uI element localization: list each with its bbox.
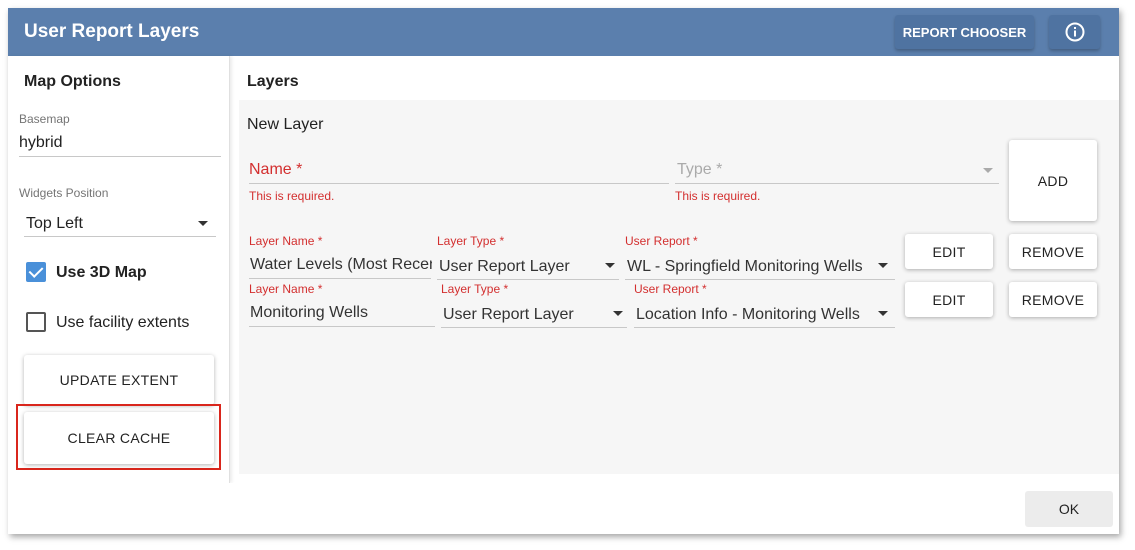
report-chooser-label: REPORT CHOOSER xyxy=(902,24,1027,40)
basemap-value: hybrid xyxy=(19,134,63,151)
layer-name-input[interactable]: Water Levels (Most Recent) xyxy=(250,256,432,274)
name-field-label: Name * xyxy=(249,161,303,178)
layer-type-label: Layer Type * xyxy=(441,282,509,296)
widgets-position-value: Top Left xyxy=(26,215,83,232)
widgets-position-label: Widgets Position xyxy=(19,186,109,200)
user-report-value: Location Info - Monitoring Wells xyxy=(636,306,860,323)
info-button[interactable] xyxy=(1049,15,1100,49)
layer-type-value: User Report Layer xyxy=(443,306,574,323)
layers-title: Layers xyxy=(247,73,299,90)
report-chooser-button[interactable]: REPORT CHOOSER xyxy=(895,15,1034,49)
update-extent-label: UPDATE EXTENT xyxy=(59,372,179,388)
ok-button[interactable]: OK xyxy=(1025,491,1113,527)
edit-label: EDIT xyxy=(932,291,966,308)
chevron-down-icon xyxy=(983,168,993,173)
layer-type-value: User Report Layer xyxy=(439,258,570,275)
dialog-title: User Report Layers xyxy=(24,21,200,42)
basemap-underline xyxy=(19,156,221,157)
use-facility-extents-label: Use facility extents xyxy=(56,314,190,331)
title-bar: User Report Layers REPORT CHOOSER xyxy=(8,8,1119,56)
user-report-label: User Report * xyxy=(625,234,698,248)
map-options-sidebar: Map Options Basemap hybrid Widgets Posit… xyxy=(8,56,230,483)
chevron-down-icon xyxy=(198,221,208,226)
name-error: This is required. xyxy=(249,189,335,203)
type-underline xyxy=(675,183,999,184)
edit-button[interactable]: EDIT xyxy=(905,234,993,269)
edit-label: EDIT xyxy=(932,243,966,260)
map-options-title: Map Options xyxy=(24,73,121,90)
name-underline xyxy=(249,183,669,184)
type-field-label: Type * xyxy=(677,161,723,178)
dialog-footer: OK xyxy=(8,483,1119,534)
new-layer-heading: New Layer xyxy=(247,116,324,133)
chevron-down-icon xyxy=(613,311,623,316)
chevron-down-icon xyxy=(878,311,888,316)
add-layer-button[interactable]: ADD xyxy=(1009,140,1097,221)
remove-label: REMOVE xyxy=(1021,243,1085,260)
widgets-position-underline xyxy=(24,236,216,237)
clear-cache-label: CLEAR CACHE xyxy=(67,430,171,446)
edit-button[interactable]: EDIT xyxy=(905,282,993,317)
layer-name-underline xyxy=(249,278,431,279)
use-3d-map-label: Use 3D Map xyxy=(56,264,147,281)
user-report-underline xyxy=(634,327,895,328)
remove-label: REMOVE xyxy=(1021,291,1085,308)
remove-button[interactable]: REMOVE xyxy=(1009,282,1097,317)
checkbox-checked-icon[interactable] xyxy=(26,262,46,282)
update-extent-button[interactable]: UPDATE EXTENT xyxy=(24,355,214,405)
basemap-label: Basemap xyxy=(19,112,70,126)
add-label: ADD xyxy=(1037,172,1069,189)
layer-name-label: Layer Name * xyxy=(249,234,323,248)
clear-cache-button[interactable]: CLEAR CACHE xyxy=(24,412,214,464)
layers-panel: New Layer Name * This is required. Type … xyxy=(239,100,1119,474)
layer-name-underline xyxy=(249,326,435,327)
layer-name-input[interactable]: Monitoring Wells xyxy=(250,304,432,322)
remove-button[interactable]: REMOVE xyxy=(1009,234,1097,269)
type-error: This is required. xyxy=(675,189,761,203)
checkbox-unchecked-icon[interactable] xyxy=(26,312,46,332)
layers-section: Layers New Layer Name * This is required… xyxy=(231,56,1119,483)
layer-type-underline xyxy=(437,279,619,280)
user-report-layers-dialog: User Report Layers REPORT CHOOSER Map Op… xyxy=(8,8,1119,534)
user-report-value: WL - Springfield Monitoring Wells xyxy=(627,258,863,275)
chevron-down-icon xyxy=(878,263,888,268)
chevron-down-icon xyxy=(605,263,615,268)
layer-name-label: Layer Name * xyxy=(249,282,323,296)
layer-type-underline xyxy=(441,327,627,328)
ok-label: OK xyxy=(1058,501,1080,517)
user-report-underline xyxy=(625,279,895,280)
user-report-label: User Report * xyxy=(634,282,707,296)
layer-type-label: Layer Type * xyxy=(437,234,505,248)
info-icon xyxy=(1065,22,1084,42)
